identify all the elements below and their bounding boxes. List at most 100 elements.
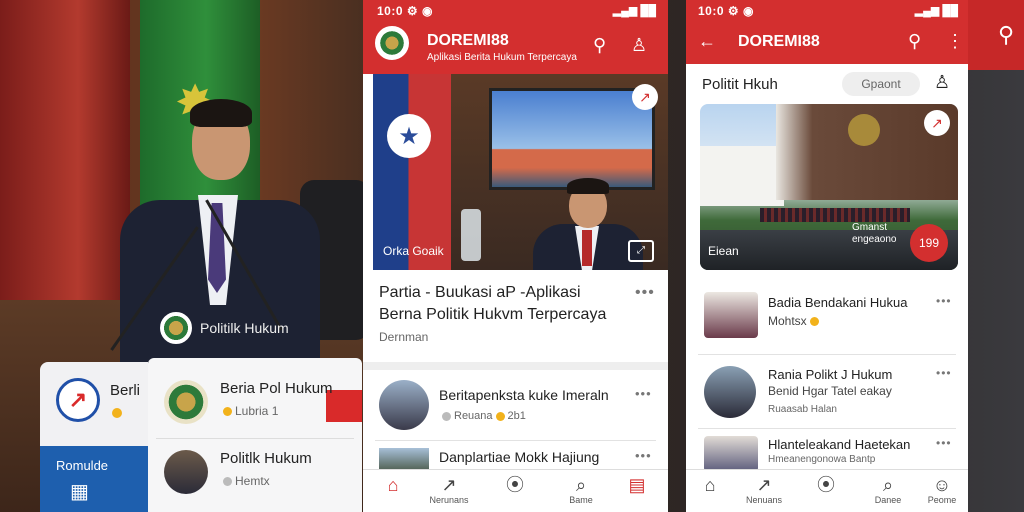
nav-news[interactable]: ↗ Nerunans bbox=[419, 475, 479, 505]
article-title: Badia Bendakani Hukua bbox=[768, 295, 908, 310]
list-item[interactable]: Danplartiae Mokk Hajiung ••• bbox=[363, 444, 668, 472]
trending-icon: ↗ bbox=[756, 475, 772, 495]
list-item-title: Politlk Hukum bbox=[220, 450, 312, 467]
nav-explore[interactable]: ⦿ bbox=[485, 475, 545, 495]
divider bbox=[698, 428, 956, 429]
list-item[interactable]: Rania Polikt J Hukum Benid Hgar Tatel ea… bbox=[686, 362, 968, 424]
emblem-icon bbox=[848, 114, 880, 146]
list-item[interactable]: Badia Bendakani Hukua Mohtsx ••• bbox=[686, 290, 968, 346]
share-icon[interactable]: ↗ bbox=[924, 110, 950, 136]
back-arrow-icon[interactable]: ← bbox=[698, 32, 716, 50]
building bbox=[700, 146, 784, 206]
flag bbox=[373, 74, 451, 270]
more-options-icon[interactable]: ••• bbox=[635, 284, 655, 302]
status-dot-icon bbox=[112, 408, 122, 418]
nav-explore[interactable]: ⦿ bbox=[796, 475, 856, 495]
article-title: Danplartiae Mokk Hajiung bbox=[439, 449, 600, 465]
emblem-icon bbox=[160, 312, 192, 344]
list-item[interactable]: Politlk Hukum Hemtx bbox=[156, 442, 356, 502]
section-divider bbox=[363, 362, 668, 370]
hero-caption-right: Gmanst engeaono bbox=[852, 222, 897, 245]
search-icon: ⌕ bbox=[882, 475, 894, 495]
divider bbox=[698, 354, 956, 355]
article-thumbnail bbox=[704, 292, 758, 338]
expand-icon[interactable]: ⤢ bbox=[628, 240, 654, 262]
list-item-title: Beria Pol Hukum bbox=[220, 380, 333, 397]
app-logo-icon bbox=[375, 26, 409, 60]
list-item-meta: Lubria 1 bbox=[220, 404, 278, 418]
article-title: Hlanteleakand Haetekan bbox=[768, 437, 911, 452]
status-time: 10:0 ⚙ ◉ bbox=[377, 4, 433, 18]
home-icon: ⌂ bbox=[387, 475, 399, 495]
menu-tile-label: Romulde bbox=[56, 458, 109, 473]
headline-line1[interactable]: Partia - Buukasi aP -Aplikasi bbox=[379, 284, 581, 302]
caption-text: Politilk Hukum bbox=[200, 320, 289, 336]
profile-icon[interactable]: ♙ bbox=[934, 72, 950, 93]
nav-search[interactable]: ⌕ Bame bbox=[551, 475, 611, 505]
list-item[interactable]: Beria Pol Hukum Lubria 1 bbox=[156, 372, 356, 432]
app-header: 10:0 ⚙ ◉ ▂▄▆ ██ DOREMI88 Aplikasi Berita… bbox=[363, 0, 668, 74]
nav-home[interactable]: ⌂ bbox=[363, 475, 423, 495]
flag-star-icon: ★ bbox=[387, 114, 431, 158]
avatar bbox=[164, 450, 208, 494]
headline-line2[interactable]: Berna Politik Hukvm Terpercaya bbox=[379, 306, 606, 324]
badge[interactable]: 199 bbox=[910, 224, 948, 262]
more-options-icon[interactable]: ••• bbox=[936, 366, 952, 380]
compass-icon: ⦿ bbox=[817, 475, 835, 495]
search-icon[interactable]: ⚲ bbox=[593, 36, 606, 54]
article-title: Rania Polikt J Hukum bbox=[768, 367, 893, 382]
profile-icon[interactable]: ♙ bbox=[631, 36, 647, 54]
status-icons: ▂▄▆ ██ bbox=[914, 5, 958, 17]
compass-icon: ⦿ bbox=[506, 475, 524, 495]
bottom-navigation: ⌂ ↗ Nenuans ⦿ ⌕ Danee ☺ Peome bbox=[686, 469, 968, 512]
profile-icon: ☺ bbox=[932, 475, 952, 495]
more-options-icon[interactable]: ••• bbox=[635, 448, 652, 463]
share-icon[interactable]: ↗ bbox=[632, 84, 658, 110]
list-item-meta: Hemtx bbox=[220, 474, 270, 488]
card-title: Berli bbox=[110, 382, 141, 399]
divider bbox=[156, 438, 354, 439]
hero-image[interactable]: ★ Orka Goaik ↗ ⤢ bbox=[373, 74, 668, 270]
nav-home[interactable]: ⌂ bbox=[686, 475, 740, 495]
more-options-icon[interactable]: ••• bbox=[635, 386, 652, 401]
hero-image[interactable]: Eiean Gmanst engeaono 199 ↗ bbox=[700, 104, 958, 270]
status-time: 10:0 ⚙ ◉ bbox=[698, 4, 754, 18]
article-thumbnail bbox=[704, 366, 756, 418]
phone-screen-home: 10:0 ⚙ ◉ ▂▄▆ ██ DOREMI88 Aplikasi Berita… bbox=[363, 0, 668, 512]
nav-news[interactable]: ↗ Nenuans bbox=[734, 475, 794, 505]
home-icon: ⌂ bbox=[704, 475, 716, 495]
search-icon: ⌕ bbox=[575, 475, 587, 495]
article-meta: Reuana 2b1 bbox=[439, 410, 526, 422]
article-title: Beritapenksta kuke Imeraln bbox=[439, 387, 609, 403]
article-sub: Benid Hgar Tatel eakay bbox=[768, 384, 892, 398]
list-item[interactable]: Beritapenksta kuke Imeraln Reuana 2b1 ••• bbox=[363, 376, 668, 434]
list-item[interactable]: Hlanteleakand Haetekan Hmeanengonowa Ban… bbox=[686, 434, 968, 474]
status-icons: ▂▄▆ ██ bbox=[612, 5, 656, 17]
nav-profile[interactable]: ☺ Peome bbox=[912, 475, 968, 505]
search-icon: ⚲ bbox=[998, 22, 1015, 47]
search-icon[interactable]: ⚲ bbox=[908, 32, 921, 50]
nav-search[interactable]: ⌕ Danee bbox=[858, 475, 918, 505]
app-header: 10:0 ⚙ ◉ ▂▄▆ ██ ← DOREMI88 ⚲ ⋮ bbox=[686, 0, 968, 64]
bottom-navigation: ⌂ ↗ Nerunans ⦿ ⌕ Bame ▤ bbox=[363, 469, 668, 512]
more-vert-icon[interactable]: ⋮ bbox=[946, 32, 964, 50]
more-options-icon[interactable]: ••• bbox=[936, 436, 952, 450]
bookmark-icon: ▤ bbox=[628, 475, 646, 495]
app-tagline: Aplikasi Berita Hukum Terpercaya bbox=[427, 52, 577, 63]
menu-tile[interactable]: Romulde ▦ bbox=[40, 446, 148, 512]
water-bottle bbox=[461, 209, 481, 261]
headline-meta: Dernman bbox=[379, 330, 429, 344]
article-thumbnail bbox=[704, 436, 758, 472]
app-name: DOREMI88 bbox=[427, 32, 509, 49]
hero-caption: Orka Goaik bbox=[383, 244, 444, 258]
background-red-bar bbox=[968, 0, 1024, 70]
nav-saved[interactable]: ▤ bbox=[607, 475, 667, 495]
background-caption: Politilk Hukum bbox=[160, 312, 289, 344]
more-options-icon[interactable]: ••• bbox=[936, 294, 952, 308]
search-input[interactable]: Gpaont bbox=[842, 72, 920, 96]
app-name: DOREMI88 bbox=[738, 33, 820, 50]
trending-icon: ↗ bbox=[441, 475, 457, 495]
overlay-card-left: ↗ Berli Romulde ▦ bbox=[40, 362, 148, 512]
crowd bbox=[760, 208, 910, 222]
overlay-list-card: Beria Pol Hukum Lubria 1 Politlk Hukum H… bbox=[148, 358, 362, 512]
